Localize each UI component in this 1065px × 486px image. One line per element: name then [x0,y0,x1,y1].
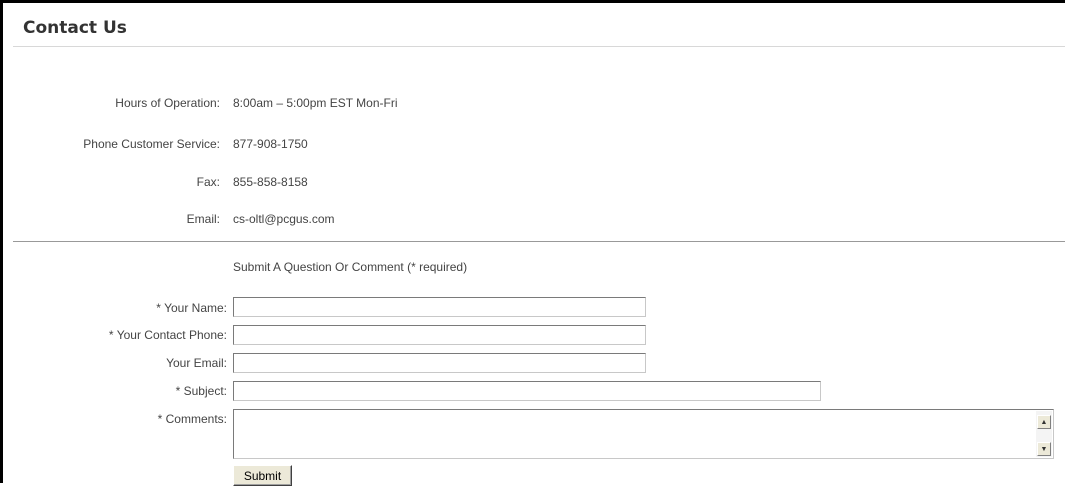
subject-label: * Subject: [175,384,227,398]
form-heading: Submit A Question Or Comment (* required… [233,260,468,274]
scroll-up-arrow-icon[interactable]: ▲ [1037,415,1051,429]
comments-field[interactable]: ▲ ▼ [233,409,1054,459]
title-divider [13,46,1065,47]
email-value: cs-oltl@pcgus.com [233,212,335,226]
contact-phone-label: * Your Contact Phone: [108,328,227,342]
your-email-label: Your Email: [166,356,227,370]
comments-label: * Comments: [157,412,227,426]
email-label: Email: [186,212,220,226]
hours-value: 8:00am – 5:00pm EST Mon-Fri [233,96,398,110]
comments-textarea[interactable] [234,410,1034,458]
email-input[interactable] [233,353,646,373]
comments-scrollbar[interactable]: ▲ ▼ [1036,411,1052,457]
phone-value: 877-908-1750 [233,137,308,151]
hours-label: Hours of Operation: [115,96,220,110]
page-title: Contact Us [23,18,127,38]
name-input[interactable] [233,297,646,317]
fax-label: Fax: [196,175,220,189]
scroll-down-arrow-icon[interactable]: ▼ [1037,442,1051,456]
content-panel: Contact Us Hours of Operation: 8:00am – … [0,0,1065,486]
section-divider [13,241,1065,242]
name-label: * Your Name: [156,301,227,315]
fax-value: 855-858-8158 [233,175,308,189]
phone-label: Phone Customer Service: [83,137,220,151]
contact-phone-input[interactable] [233,325,646,345]
subject-input[interactable] [233,381,821,401]
